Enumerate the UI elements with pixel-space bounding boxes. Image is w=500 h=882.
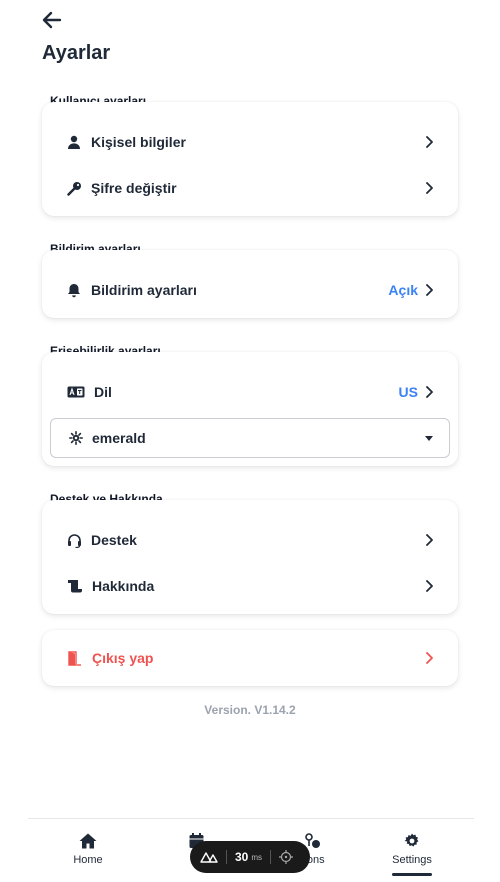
divider [270, 850, 272, 864]
support-card: Destek Hakkında [42, 500, 458, 614]
scroll-icon [66, 578, 84, 594]
nav-item-settings[interactable]: Settings [367, 833, 457, 866]
logout-row[interactable]: Çıkış yap [42, 635, 458, 681]
nav-label-home: Home [73, 854, 103, 866]
user-icon [66, 134, 82, 150]
chevron-right-icon [424, 533, 434, 547]
active-tab-indicator [392, 873, 432, 876]
personal-info-row[interactable]: Kişisel bilgiler [42, 119, 458, 165]
support-label: Destek [91, 532, 137, 548]
devtools-overlay[interactable]: 30 ms [190, 841, 310, 873]
key-icon [66, 180, 82, 196]
logout-label: Çıkış yap [92, 650, 154, 666]
notification-status-value: Açık [388, 282, 418, 298]
home-icon [79, 833, 97, 849]
crosshair-icon[interactable] [279, 850, 294, 864]
divider [226, 850, 227, 864]
nuxt-logo-icon [200, 852, 218, 863]
change-password-row[interactable]: Şifre değiştir [42, 165, 458, 211]
caret-down-icon [425, 435, 433, 441]
perf-value: 30 [235, 850, 249, 864]
chevron-right-icon [424, 579, 434, 593]
notifications-label: Bildirim ayarları [91, 282, 197, 298]
chevron-right-icon [424, 135, 434, 149]
about-label: Hakkında [92, 578, 155, 594]
chevron-right-icon [424, 181, 434, 195]
chevron-right-icon [424, 385, 434, 399]
nav-item-home[interactable]: Home [43, 833, 133, 866]
language-label: Dil [94, 384, 112, 400]
nav-label-settings: Settings [392, 854, 432, 866]
language-row[interactable]: Dil US [42, 369, 458, 415]
headset-icon [66, 532, 82, 548]
accessibility-settings-card: Dil US emerald [42, 352, 458, 466]
user-settings-card: Kişisel bilgiler Şifre değiştir [42, 102, 458, 216]
gear-icon [404, 833, 419, 847]
page-title: Ayarlar [42, 42, 111, 64]
version-text: Version. V1.14.2 [204, 703, 296, 717]
theme-select[interactable]: emerald [50, 418, 450, 458]
bell-icon [66, 282, 82, 298]
logout-card: Çıkış yap [42, 630, 458, 686]
change-password-label: Şifre değiştir [91, 180, 177, 196]
chevron-right-icon [424, 651, 434, 665]
notifications-row[interactable]: Bildirim ayarları Açık [42, 267, 458, 313]
support-row[interactable]: Destek [42, 517, 458, 563]
chevron-right-icon [424, 283, 434, 297]
arrow-left-icon [42, 11, 62, 29]
about-row[interactable]: Hakkında [42, 563, 458, 609]
theme-icon [69, 431, 83, 445]
personal-info-label: Kişisel bilgiler [91, 134, 186, 150]
theme-select-value: emerald [92, 430, 146, 446]
notification-settings-card: Bildirim ayarları Açık [42, 250, 458, 318]
language-value: US [398, 384, 418, 400]
perf-unit: ms [251, 852, 263, 862]
language-icon [66, 384, 86, 400]
door-open-icon [66, 650, 84, 666]
back-button[interactable] [40, 8, 64, 32]
